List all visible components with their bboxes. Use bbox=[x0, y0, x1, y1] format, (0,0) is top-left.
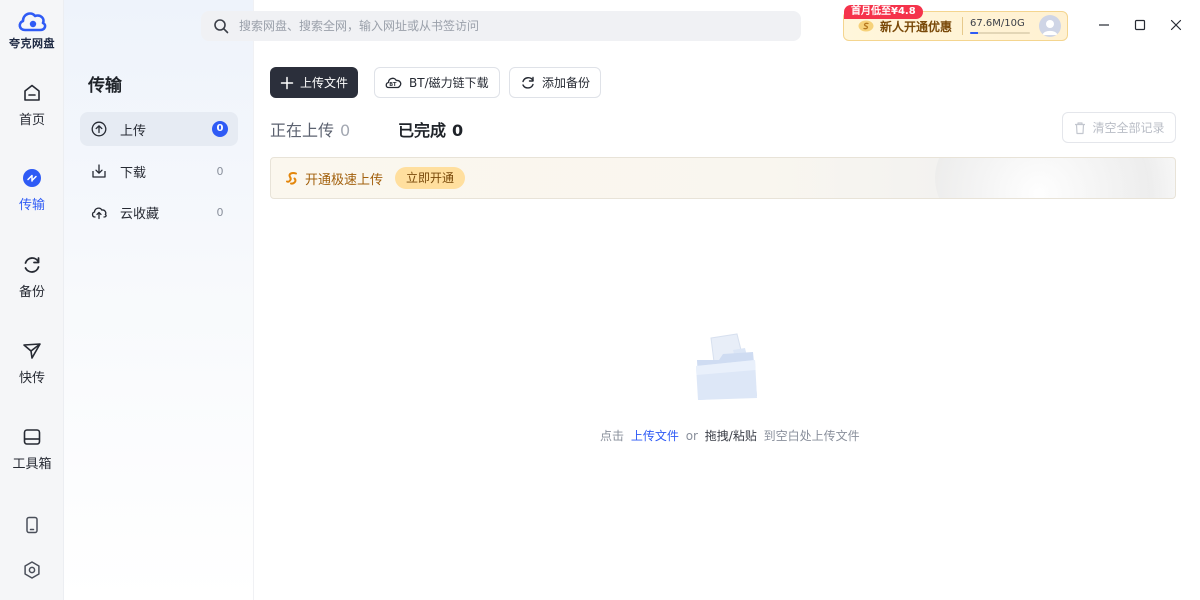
backup-sync-icon bbox=[24, 257, 40, 273]
tab-label: 已完成 bbox=[398, 121, 447, 140]
close-button[interactable] bbox=[1165, 14, 1187, 36]
maximize-icon bbox=[1134, 19, 1146, 31]
settings-button[interactable] bbox=[0, 560, 64, 580]
sidebar-item-cloud-save[interactable]: 云收藏 0 bbox=[80, 195, 238, 229]
promo-price-badge: 首月低至¥4.8 bbox=[844, 5, 923, 19]
hint-or: or bbox=[685, 429, 698, 443]
bt-icon: BT bbox=[385, 77, 402, 88]
global-search[interactable] bbox=[201, 11, 801, 41]
vip-promo-banner[interactable]: 首月低至¥4.8 新人开通优惠 67.6M/10G bbox=[843, 5, 1068, 41]
user-avatar-icon bbox=[1042, 20, 1058, 35]
trash-icon bbox=[1075, 121, 1086, 134]
toolbox-icon bbox=[23, 429, 41, 445]
transfer-icon bbox=[23, 169, 41, 187]
clear-all-label: 清空全部记录 bbox=[1092, 121, 1165, 135]
tab-label: 正在上传 bbox=[270, 121, 335, 140]
sidebar-item-upload[interactable]: 上传 0 bbox=[80, 112, 238, 146]
sidebar-item-download[interactable]: 下载 0 bbox=[80, 154, 238, 188]
sidebar-title: 传输 bbox=[88, 76, 122, 96]
rail-item-home[interactable]: 首页 bbox=[0, 82, 64, 128]
bt-magnet-download-button[interactable]: BT BT/磁力链下载 bbox=[374, 67, 500, 98]
upload-file-label: 上传文件 bbox=[300, 76, 349, 90]
storage-progress-bar bbox=[970, 32, 1031, 34]
settings-icon bbox=[24, 561, 40, 579]
tab-completed[interactable]: 已完成 0 bbox=[398, 117, 463, 141]
storage-usage[interactable]: 67.6M/10G bbox=[970, 18, 1031, 34]
maximize-button[interactable] bbox=[1129, 14, 1151, 36]
app-logo-text: 夸克网盘 bbox=[9, 37, 55, 50]
transfer-sidebar: 传输 上传 0 下载 0 云收藏 0 bbox=[64, 0, 254, 600]
rail-item-label: 传输 bbox=[18, 198, 45, 213]
empty-folder-icon bbox=[696, 333, 757, 400]
storage-text: 67.6M/10G bbox=[970, 18, 1025, 29]
speed-upload-text: 开通极速上传 bbox=[305, 172, 384, 188]
rail-item-label: 首页 bbox=[18, 113, 45, 128]
left-rail: 夸克网盘 首页 传输 备份 快传 工具箱 bbox=[0, 0, 64, 600]
rail-item-transfer[interactable]: 传输 bbox=[0, 167, 64, 213]
hint-drag-paste: 拖拽/粘贴 bbox=[704, 429, 757, 443]
download-icon bbox=[92, 164, 106, 178]
banner-decoration bbox=[935, 158, 1175, 198]
rail-item-backup[interactable]: 备份 bbox=[0, 254, 64, 300]
tab-count: 0 bbox=[452, 121, 464, 140]
search-input[interactable] bbox=[239, 19, 779, 33]
rail-item-label: 备份 bbox=[18, 285, 45, 300]
cloud-save-icon bbox=[91, 207, 107, 220]
home-icon bbox=[24, 84, 40, 101]
minimize-icon bbox=[1099, 24, 1109, 26]
empty-state-hint: 点击 上传文件 or 拖拽/粘贴 到空白处上传文件 bbox=[600, 427, 860, 444]
user-avatar[interactable] bbox=[1039, 15, 1062, 37]
search-icon bbox=[214, 19, 229, 34]
app-logo[interactable]: 夸克网盘 bbox=[0, 8, 64, 51]
sidebar-item-label: 下载 bbox=[120, 165, 147, 181]
storage-progress-fill bbox=[970, 32, 979, 34]
speed-upload-banner: 开通极速上传 立即开通 bbox=[270, 157, 1176, 199]
coin-icon bbox=[858, 20, 874, 32]
activate-now-button[interactable]: 立即开通 bbox=[395, 167, 466, 189]
upload-count-badge: 0 bbox=[212, 121, 228, 137]
rail-item-toolbox[interactable]: 工具箱 bbox=[0, 426, 64, 472]
sidebar-item-label: 云收藏 bbox=[120, 206, 160, 222]
tab-count: 0 bbox=[340, 121, 351, 140]
backup-sync-icon bbox=[522, 76, 534, 89]
cloud-save-count: 0 bbox=[216, 205, 224, 219]
empty-folder-illustration bbox=[693, 330, 759, 402]
quark-cloud-logo-icon bbox=[18, 12, 47, 32]
close-icon bbox=[1170, 19, 1182, 31]
bt-magnet-label: BT/磁力链下载 bbox=[409, 76, 489, 90]
rail-item-label: 快传 bbox=[18, 371, 45, 386]
hint-prefix: 点击 bbox=[600, 429, 625, 443]
sidebar-item-label: 上传 bbox=[120, 123, 147, 139]
svg-text:BT: BT bbox=[389, 82, 397, 88]
promo-divider bbox=[962, 17, 964, 35]
add-backup-label: 添加备份 bbox=[542, 76, 591, 90]
rail-item-quick-transfer[interactable]: 快传 bbox=[0, 340, 64, 386]
upload-file-button[interactable]: 上传文件 bbox=[270, 67, 359, 98]
upload-icon bbox=[91, 121, 107, 137]
speed-lightning-icon bbox=[286, 171, 297, 185]
hint-suffix: 到空白处上传文件 bbox=[763, 429, 860, 443]
promo-text: 新人开通优惠 bbox=[880, 19, 953, 34]
minimize-button[interactable] bbox=[1093, 14, 1115, 36]
clear-all-records-button[interactable]: 清空全部记录 bbox=[1062, 112, 1176, 143]
rail-item-label: 工具箱 bbox=[12, 457, 52, 472]
download-count: 0 bbox=[216, 164, 224, 178]
paper-plane-icon bbox=[23, 343, 41, 359]
phone-icon bbox=[26, 516, 38, 534]
plus-icon bbox=[280, 76, 294, 89]
add-backup-button[interactable]: 添加备份 bbox=[509, 67, 602, 98]
upload-file-link[interactable]: 上传文件 bbox=[631, 429, 679, 443]
mobile-app-button[interactable] bbox=[0, 515, 64, 535]
tab-uploading[interactable]: 正在上传 0 bbox=[270, 117, 350, 141]
